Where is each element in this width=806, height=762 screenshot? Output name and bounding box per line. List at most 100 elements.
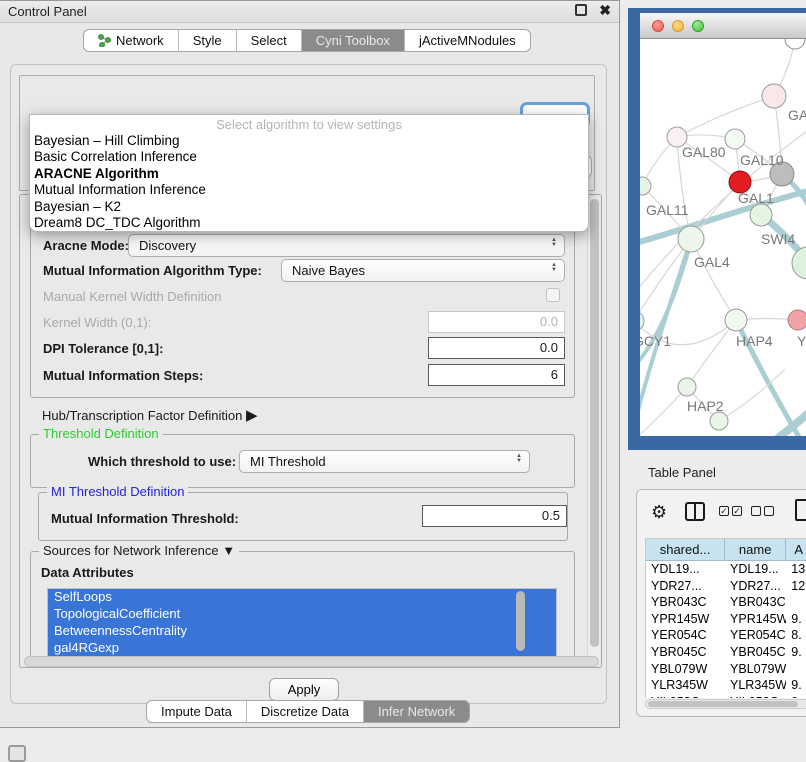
- table-cell: 9.: [786, 644, 806, 661]
- kernel-width-field[interactable]: 0.0: [428, 311, 565, 333]
- close-icon[interactable]: ✖: [599, 2, 611, 19]
- tab-label: Impute Data: [161, 704, 232, 719]
- tab-label: Cyni Toolbox: [316, 33, 390, 48]
- which-threshold-combo[interactable]: MI Threshold ▲▼: [239, 450, 530, 473]
- table-cell: YBR043C: [725, 594, 786, 611]
- top-tab-bar: Network Style Select Cyni Toolbox jActiveMNo…: [83, 29, 531, 52]
- network-node[interactable]: [762, 84, 786, 108]
- table-column-header[interactable]: shared...: [646, 539, 725, 560]
- mi-type-combo[interactable]: Naive Bayes ▲▼: [281, 259, 565, 282]
- tab-cyni-toolbox[interactable]: Cyni Toolbox: [302, 30, 405, 51]
- table-body: YDL19...YDL19...13YDR27...YDR27...12YBR0…: [646, 561, 806, 698]
- settings-horizontal-scrollbar[interactable]: [24, 656, 599, 667]
- data-attributes-label: Data Attributes: [41, 565, 134, 580]
- aracne-mode-combo[interactable]: Discovery ▲▼: [128, 234, 565, 257]
- table-row[interactable]: YDL19...YDL19...13: [646, 561, 806, 578]
- aracne-mode-label: Aracne Mode:: [43, 238, 129, 253]
- tab-label: Style: [193, 33, 222, 48]
- table-column-header[interactable]: name: [725, 539, 786, 560]
- table-row[interactable]: YBR043CYBR043C: [646, 594, 806, 611]
- mac-close-button[interactable]: [652, 20, 664, 32]
- bottom-tab-bar: Impute Data Discretize DataInfer Network: [146, 700, 470, 723]
- table-cell: 8.: [786, 627, 806, 644]
- node-label: GAL1: [738, 190, 774, 206]
- mi-steps-field[interactable]: 6: [428, 364, 565, 386]
- table-row[interactable]: YPR145WYPR145W9.: [646, 611, 806, 628]
- tab-infer-network[interactable]: Infer Network: [364, 701, 469, 722]
- collapse-down-icon[interactable]: ▼: [222, 543, 235, 558]
- tab-network[interactable]: Network: [84, 30, 179, 51]
- tab-impute-data[interactable]: Impute Data: [147, 701, 247, 722]
- data-attribute-item[interactable]: BetweennessCentrality: [48, 623, 556, 640]
- network-node[interactable]: [710, 412, 728, 430]
- network-node[interactable]: [640, 177, 651, 195]
- new-table-icon[interactable]: [795, 499, 806, 521]
- tab-select[interactable]: Select: [237, 30, 302, 51]
- table-cell: YBR045C: [646, 644, 725, 661]
- threshold-definition-title: Threshold Definition: [39, 426, 163, 441]
- network-node[interactable]: [750, 204, 772, 226]
- dropdown-item[interactable]: Bayesian – K2: [30, 199, 588, 215]
- table-cell: [786, 661, 806, 678]
- mac-zoom-button[interactable]: [692, 20, 704, 32]
- network-node[interactable]: [678, 378, 696, 396]
- node-label: Y: [797, 333, 806, 349]
- table-row[interactable]: YIL052CYIL052C9.: [646, 694, 806, 698]
- float-panel-icon[interactable]: [8, 745, 26, 762]
- apply-button[interactable]: Apply: [269, 678, 339, 701]
- control-panel: Control Panel ✖ NetworkStyleSelectCyni T…: [0, 0, 620, 728]
- mi-threshold-field[interactable]: 0.5: [422, 505, 567, 527]
- table-cell: YPR145W: [646, 611, 725, 628]
- network-graph: GALGAL80GAL10GAL1GAL11SWI4GAL4GCY1HAP4YH…: [640, 39, 806, 436]
- network-icon: [98, 34, 111, 47]
- network-node[interactable]: [788, 310, 806, 330]
- combo-arrows-icon: ▲▼: [551, 263, 557, 273]
- dropdown-item[interactable]: Bayesian – Hill Climbing: [30, 133, 588, 149]
- node-label: GAL80: [682, 144, 726, 160]
- manual-kernel-checkbox[interactable]: [546, 288, 560, 302]
- table-header-row: shared...nameA: [646, 539, 806, 561]
- network-node[interactable]: [785, 39, 805, 49]
- tab-jactivemnodules[interactable]: jActiveMNodules: [405, 30, 530, 51]
- table-cell: YBL079W: [725, 661, 786, 678]
- hub-definition-toggle[interactable]: Hub/Transcription Factor Definition ▶: [42, 406, 258, 424]
- table-row[interactable]: YLR345WYLR345W9.: [646, 677, 806, 694]
- combo-arrows-icon: ▲▼: [551, 238, 557, 248]
- network-canvas[interactable]: GALGAL80GAL10GAL1GAL11SWI4GAL4GCY1HAP4YH…: [640, 39, 806, 436]
- expand-right-icon: ▶: [246, 407, 258, 424]
- dropdown-item[interactable]: Dream8 DC_TDC Algorithm: [30, 215, 588, 231]
- data-attribute-item[interactable]: SelfLoops: [48, 589, 556, 606]
- select-all-checks-icon[interactable]: ✓✓: [719, 506, 742, 516]
- gear-icon[interactable]: ⚙: [651, 502, 667, 523]
- columns-icon[interactable]: [685, 502, 705, 521]
- network-node[interactable]: [725, 129, 745, 149]
- node-label: SWI4: [761, 231, 795, 247]
- network-window-titlebar[interactable]: [640, 13, 806, 39]
- attributes-list-scrollbar[interactable]: [516, 591, 525, 651]
- data-attribute-item[interactable]: TopologicalCoefficient: [48, 606, 556, 623]
- table-row[interactable]: YBR045CYBR045C9.: [646, 644, 806, 661]
- table-horizontal-scrollbar[interactable]: [645, 699, 806, 709]
- tab-discretize-data[interactable]: Discretize Data: [247, 701, 364, 722]
- settings-vertical-scroll-thumb[interactable]: [590, 199, 599, 647]
- node-label: HAP2: [687, 398, 724, 414]
- table-column-header[interactable]: A: [786, 539, 806, 560]
- dropdown-item[interactable]: Mutual Information Inference: [30, 182, 588, 198]
- network-node[interactable]: [725, 309, 747, 331]
- table-row[interactable]: YBL079WYBL079W: [646, 661, 806, 678]
- float-window-icon[interactable]: [575, 4, 587, 16]
- dropdown-item[interactable]: ARACNE Algorithm: [30, 166, 588, 182]
- network-node[interactable]: [678, 226, 704, 252]
- tab-style[interactable]: Style: [179, 30, 237, 51]
- table-row[interactable]: YER054CYER054C8.: [646, 627, 806, 644]
- deselect-all-checks-icon[interactable]: [751, 506, 774, 516]
- table-panel: ⚙ ✓✓ shared...nameA YDL19...YDL19...13YD…: [636, 489, 806, 717]
- data-attribute-item[interactable]: gal4RGexp: [48, 640, 556, 657]
- network-node[interactable]: [792, 247, 806, 279]
- which-threshold-label: Which threshold to use:: [88, 454, 236, 469]
- mac-minimize-button[interactable]: [672, 20, 684, 32]
- dpi-tolerance-field[interactable]: 0.0: [428, 337, 565, 359]
- dropdown-item[interactable]: Basic Correlation Inference: [30, 149, 588, 165]
- table-row[interactable]: YDR27...YDR27...12: [646, 578, 806, 595]
- settings-vertical-scrollbar[interactable]: [587, 197, 600, 665]
